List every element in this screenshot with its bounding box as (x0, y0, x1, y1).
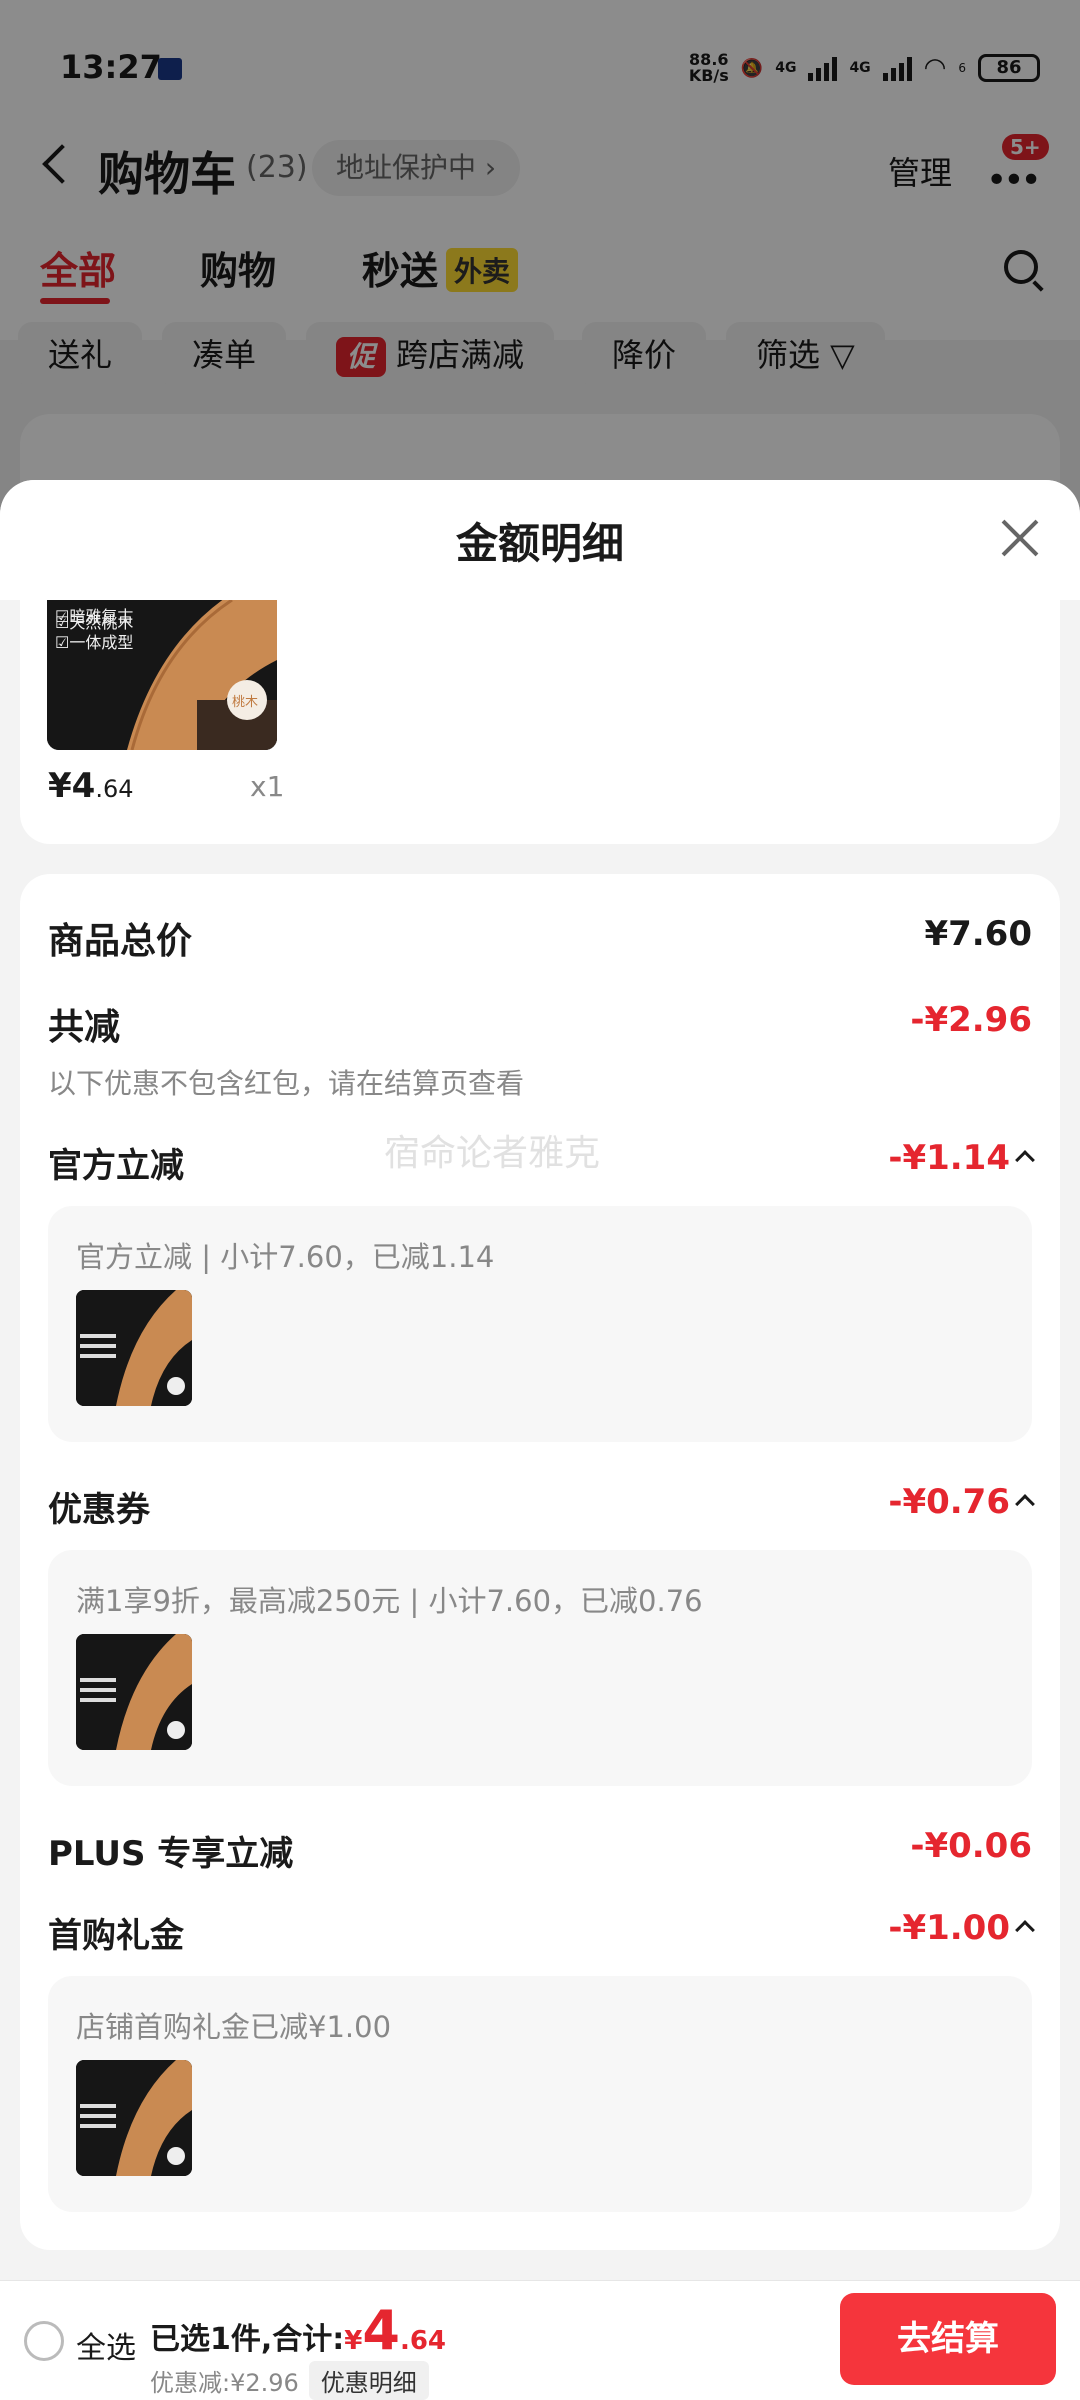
first-purchase-gift-detail-text: 店铺首购礼金已减¥1.00 (76, 2010, 392, 2044)
checkout-button[interactable]: 去结算 (840, 2293, 1056, 2385)
image-line-3: ☑一体成型 (55, 633, 133, 652)
product-quantity: x1 (250, 770, 285, 803)
price-currency: ¥ (48, 766, 72, 806)
close-icon[interactable] (1000, 518, 1040, 558)
official-discount-value[interactable]: -¥1.14 (888, 1138, 1035, 1178)
product-thumbnail (76, 2060, 192, 2176)
amount-detail-card: 商品总价 ¥7.60 共减 -¥2.96 以下优惠不包含红包，请在结算页查看 宿… (20, 874, 1060, 2250)
comb-illustration: ☑暗雅复古 ☑天然桃木 ☑一体成型 桃木 (47, 600, 277, 750)
coupon-label: 优惠券 (48, 1490, 150, 1530)
discount-line: 优惠减:¥2.96 优惠明细 (150, 2361, 429, 2400)
image-line-2: ☑天然桃木 (55, 613, 133, 632)
total-price-label: 商品总价 (48, 921, 193, 962)
coupon-amount: -¥0.76 (888, 1482, 1010, 1522)
checkout-bar: 全选 已选1件,合计:¥4.64 优惠减:¥2.96 优惠明细 去结算 (0, 2280, 1080, 2400)
reduce-note: 以下优惠不包含红包，请在结算页查看 (48, 1067, 525, 1100)
product-thumbnail (76, 1290, 192, 1406)
price-dec: .64 (95, 775, 134, 803)
chevron-up-icon[interactable] (1015, 1494, 1035, 1514)
product-price: ¥4.64 (48, 766, 134, 806)
sheet-title: 金额明细 (455, 519, 624, 568)
total-int: 4 (362, 2299, 400, 2362)
amount-detail-sheet: 金额明细 ☑暗雅复古 ☑天然桃木 ☑一体成型 桃木 ¥4.64 x1 商品总价 (0, 480, 1080, 2400)
official-discount-label: 官方立减 (48, 1146, 184, 1186)
plus-discount-label: PLUS 专享立减 (48, 1834, 294, 1874)
comb-product-image[interactable]: ☑暗雅复古 ☑天然桃木 ☑一体成型 桃木 (47, 600, 277, 750)
sheet-header: 金额明细 (0, 480, 1080, 600)
total-currency: ¥ (344, 2326, 363, 2356)
first-purchase-gift-label: 首购礼金 (48, 1916, 184, 1956)
total-reduce-value: -¥2.96 (910, 1000, 1032, 1040)
select-all-checkbox[interactable] (24, 2321, 64, 2361)
product-card: ☑暗雅复古 ☑天然桃木 ☑一体成型 桃木 ¥4.64 x1 (20, 600, 1060, 844)
summary-prefix: 已选1件,合计: (150, 2322, 345, 2357)
official-discount-amount: -¥1.14 (888, 1138, 1010, 1178)
plus-discount-value: -¥0.06 (910, 1826, 1032, 1866)
total-price-value: ¥7.60 (924, 914, 1032, 954)
official-discount-detail-text: 官方立减 | 小计7.60，已减1.14 (76, 1240, 495, 1274)
coupon-detail: 满1享9折，最高减250元 | 小计7.60，已减0.76 (48, 1550, 1032, 1786)
first-purchase-gift-amount: -¥1.00 (888, 1908, 1010, 1948)
first-purchase-gift-value[interactable]: -¥1.00 (888, 1908, 1035, 1948)
price-int: 4 (71, 766, 96, 806)
coupon-detail-text: 满1享9折，最高减250元 | 小计7.60，已减0.76 (76, 1584, 703, 1618)
product-thumbnail (76, 1634, 192, 1750)
image-badge: 桃木 (232, 695, 258, 710)
chevron-up-icon[interactable] (1015, 1920, 1035, 1940)
total-dec: .64 (399, 2326, 447, 2356)
selection-summary: 已选1件,合计:¥4.64 (150, 2299, 446, 2362)
discount-text: 优惠减:¥2.96 (150, 2369, 299, 2397)
first-purchase-gift-detail: 店铺首购礼金已减¥1.00 (48, 1976, 1032, 2212)
official-discount-detail: 官方立减 | 小计7.60，已减1.14 (48, 1206, 1032, 1442)
total-reduce-label: 共减 (48, 1007, 121, 1048)
discount-detail-button[interactable]: 优惠明细 (308, 2361, 429, 2400)
chevron-up-icon[interactable] (1015, 1150, 1035, 1170)
coupon-value[interactable]: -¥0.76 (888, 1482, 1035, 1522)
watermark: 宿命论者雅克 (384, 1133, 601, 1174)
select-all-label[interactable]: 全选 (76, 2323, 136, 2367)
